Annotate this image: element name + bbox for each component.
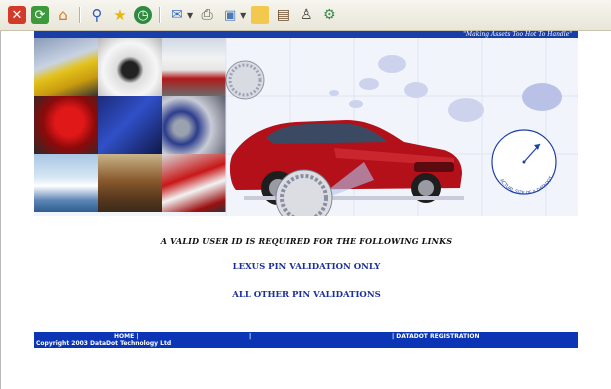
- toolbar-separator: [79, 7, 81, 23]
- messenger-icon[interactable]: ♙: [297, 6, 315, 24]
- footer-copyright: Copyright 2003 DataDot Technology Ltd: [36, 340, 172, 347]
- refresh-icon[interactable]: ⟳: [31, 6, 49, 24]
- favorites-icon[interactable]: ★: [111, 6, 129, 24]
- hero-banner: ACTUAL SIZE OF A DATADOT: [34, 38, 578, 216]
- banner-artwork: ACTUAL SIZE OF A DATADOT: [225, 38, 578, 216]
- mail-dropdown-icon[interactable]: ▼: [187, 11, 193, 20]
- footer-home-link[interactable]: HOME |: [114, 333, 138, 340]
- page-content: "Making Assets Too Hot To Handle" ACTUAL…: [0, 31, 611, 389]
- tagline-text: "Making Assets Too Hot To Handle": [463, 31, 572, 38]
- home-icon[interactable]: ⌂: [54, 6, 72, 24]
- tagline-bar: "Making Assets Too Hot To Handle": [34, 31, 578, 38]
- footer-bar: HOME | | | DATADOT REGISTRATION Copyrigh…: [34, 332, 578, 348]
- magnified-datadot-top: [225, 60, 265, 100]
- footer-datadot-registration-link[interactable]: | DATADOT REGISTRATION: [392, 333, 480, 340]
- stop-icon[interactable]: ✕: [8, 6, 26, 24]
- edit-icon[interactable]: ▣: [221, 6, 239, 24]
- lexus-pin-validation-link[interactable]: LEXUS PIN VALIDATION ONLY: [1, 262, 611, 272]
- history-icon[interactable]: ◷: [134, 6, 152, 24]
- requirement-heading: A VALID USER ID IS REQUIRED FOR THE FOLL…: [160, 236, 453, 246]
- mail-icon[interactable]: ✉: [168, 6, 186, 24]
- folder-icon[interactable]: [251, 6, 270, 24]
- browser-toolbar: ✕ ⟳ ⌂ ⚲ ★ ◷ ✉ ▼ ⎙ ▣ ▼ ▤ ♙ ⚙: [0, 0, 611, 31]
- footer-divider: |: [249, 333, 252, 340]
- actual-size-dial: ACTUAL SIZE OF A DATADOT: [491, 129, 557, 196]
- floating-datadots: [329, 55, 562, 122]
- print-icon[interactable]: ⎙: [198, 6, 216, 24]
- tools-icon[interactable]: ⚙: [320, 6, 338, 24]
- toolbar-separator: [159, 7, 161, 23]
- search-icon[interactable]: ⚲: [88, 6, 106, 24]
- red-sedan-illustration: [229, 120, 464, 205]
- other-pin-validations-link[interactable]: ALL OTHER PIN VALIDATIONS: [1, 290, 611, 300]
- research-icon[interactable]: ▤: [274, 6, 292, 24]
- edit-dropdown-icon[interactable]: ▼: [240, 11, 246, 20]
